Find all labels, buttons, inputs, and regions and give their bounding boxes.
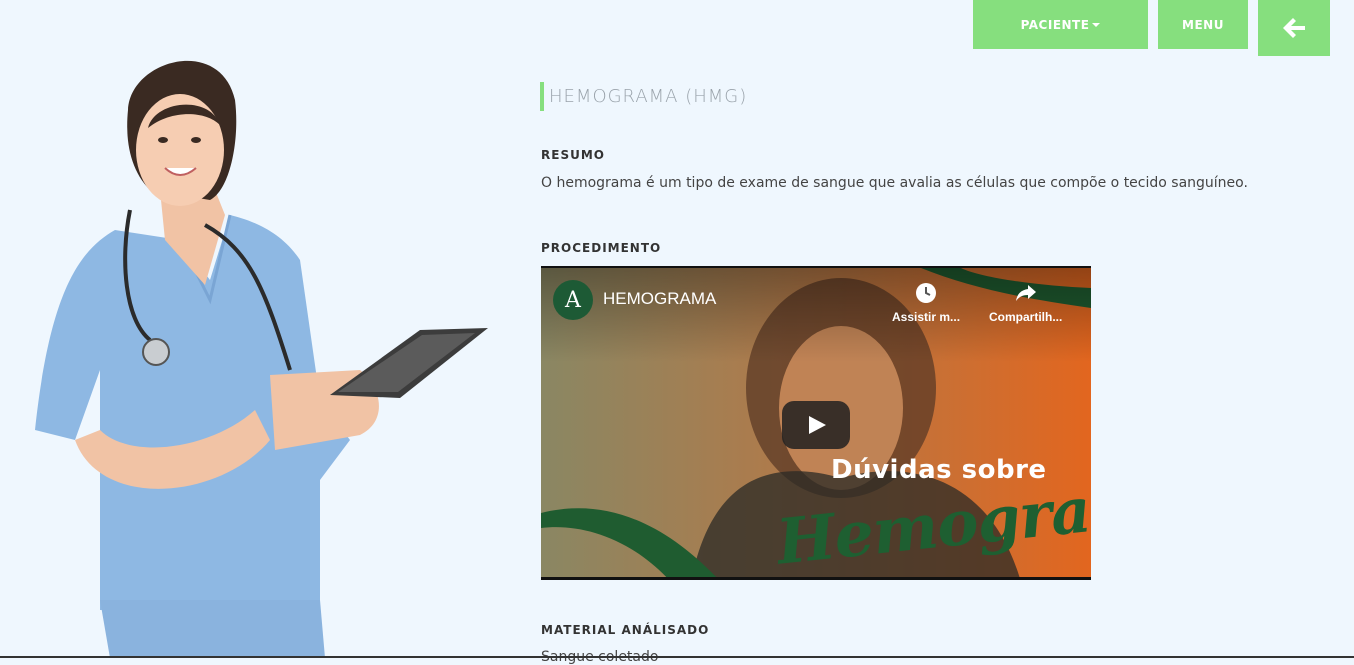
play-button[interactable]: [782, 401, 850, 449]
share-label: Compartilh...: [989, 310, 1063, 324]
arrow-left-icon: [1283, 18, 1305, 38]
paciente-label: PACIENTE: [1020, 17, 1090, 32]
procedimento-heading: PROCEDIMENTO: [541, 241, 662, 255]
back-button[interactable]: [1258, 0, 1330, 56]
share-button[interactable]: Compartilh...: [989, 282, 1062, 324]
material-heading: MATERIAL ANÁLISADO: [541, 623, 710, 637]
menu-button[interactable]: MENU: [1158, 0, 1248, 49]
clock-icon: [916, 283, 937, 303]
watch-later-button[interactable]: Assistir m...: [892, 282, 960, 324]
resumo-heading: RESUMO: [541, 148, 605, 162]
paciente-dropdown-button[interactable]: PACIENTE: [973, 0, 1148, 49]
menu-label: MENU: [1182, 17, 1224, 32]
watch-later-label: Assistir m...: [892, 310, 961, 324]
video-title[interactable]: HEMOGRAMA: [603, 289, 716, 309]
title-accent-bar: [540, 82, 544, 111]
video-player[interactable]: A HEMOGRAMA Assistir m... Compartilh... …: [541, 266, 1091, 580]
resumo-text: O hemograma é um tipo de exame de sangue…: [541, 175, 1248, 191]
channel-logo[interactable]: A: [553, 280, 593, 320]
page-title: HEMOGRAMA (HMG): [549, 86, 748, 107]
nurse-image: [35, 60, 488, 658]
share-icon: [1015, 285, 1036, 301]
caret-down-icon: [1092, 22, 1101, 27]
